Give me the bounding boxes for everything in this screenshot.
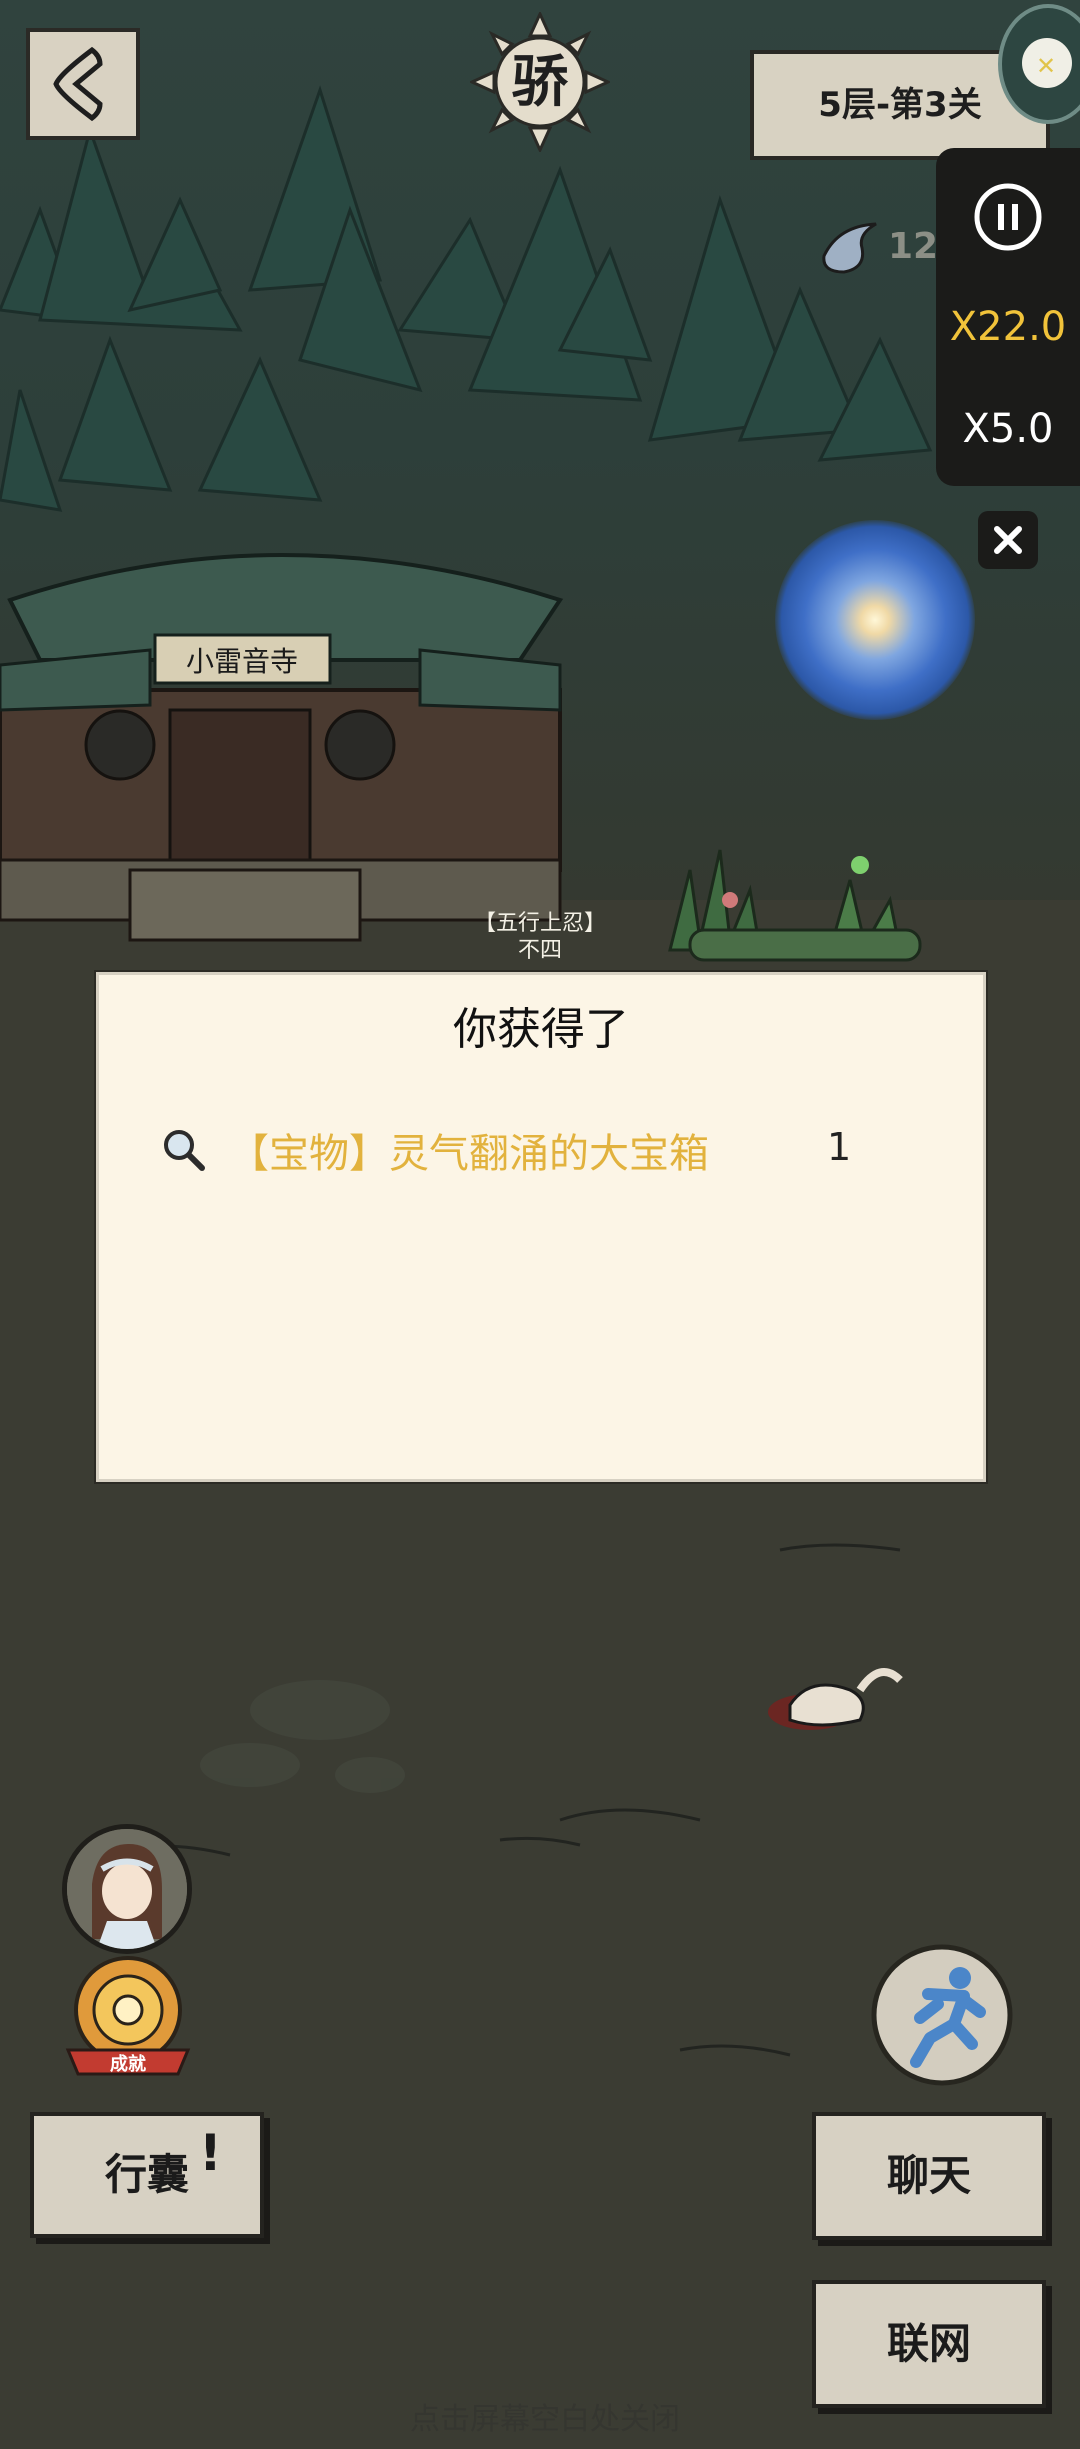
energy-vortex	[775, 520, 975, 720]
magnifier-icon[interactable]	[159, 1125, 207, 1173]
enemy-name: 不四	[517, 938, 562, 963]
reward-item-row[interactable]: 【宝物】灵气翻涌的大宝箱 1	[159, 1115, 959, 1185]
bag-alert-icon: !	[199, 2124, 222, 2182]
reward-dialog-title: 你获得了	[453, 1004, 629, 1055]
speed-option-active[interactable]: X22.0	[936, 304, 1080, 350]
chat-button[interactable]: 聊天	[812, 2112, 1046, 2240]
achievement-badge-icon[interactable]: 成就	[60, 1950, 196, 2080]
grass-and-fallen-log	[668, 849, 922, 962]
enemy-title: 【五行上忍】	[473, 911, 606, 936]
temple-building: 小雷音寺	[0, 553, 564, 942]
pause-icon[interactable]	[973, 182, 1043, 252]
close-icon	[994, 526, 1022, 554]
reward-item-count: 1	[827, 1125, 852, 1169]
close-speed-panel-button[interactable]	[978, 511, 1038, 569]
character-portrait-icon	[67, 1829, 187, 1949]
reward-dialog[interactable]: 你获得了 【宝物】灵气翻涌的大宝箱 1	[96, 972, 986, 1482]
back-button[interactable]	[26, 28, 140, 140]
speed-control-panel: X22.0 X5.0	[936, 148, 1080, 486]
running-man-icon[interactable]	[868, 1944, 1016, 2086]
back-arrow-icon	[53, 46, 103, 122]
reward-item-name: 【宝物】灵气翻涌的大宝箱	[229, 1131, 709, 1177]
sun-badge-glyph: 骄	[512, 49, 568, 115]
close-hint-text: 点击屏幕空白处关闭	[410, 2402, 680, 2437]
network-button[interactable]: 联网	[812, 2280, 1046, 2408]
bag-button-label: 行囊	[104, 2150, 189, 2199]
speed-option-normal[interactable]: X5.0	[936, 406, 1080, 452]
bag-button[interactable]: 行囊 !	[30, 2112, 264, 2238]
temple-sign: 小雷音寺	[186, 645, 298, 678]
achievement-label: 成就	[110, 2053, 146, 2075]
assistant-badge-icon: ✕	[1036, 52, 1057, 80]
enemy-name-label: 【五行上忍】 不四	[468, 910, 612, 964]
character-portrait-button[interactable]	[62, 1824, 192, 1954]
spirit-drop-icon	[822, 222, 877, 274]
